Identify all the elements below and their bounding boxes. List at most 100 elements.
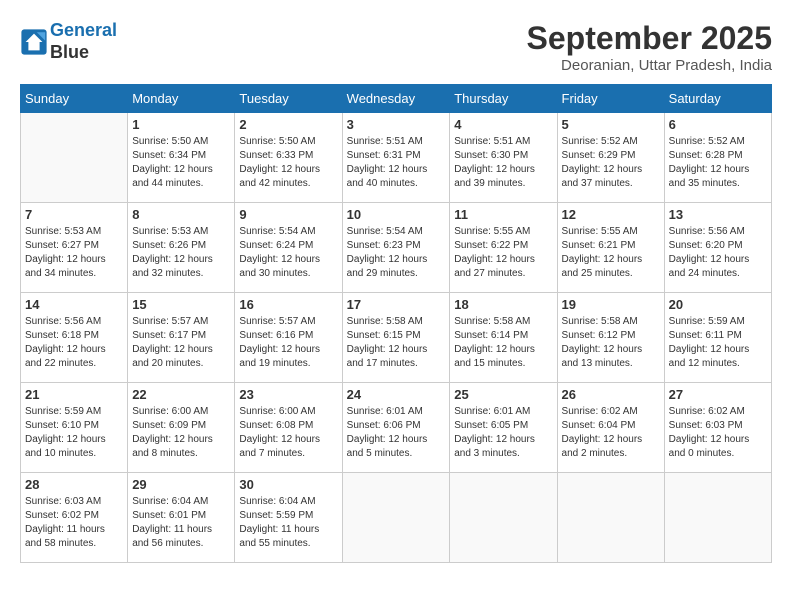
calendar-cell: 25 Sunrise: 6:01 AM Sunset: 6:05 PM Dayli… <box>450 383 557 473</box>
day-number: 24 <box>347 387 446 402</box>
day-info: Sunrise: 5:54 AM Sunset: 6:24 PM Dayligh… <box>239 225 337 281</box>
day-number: 18 <box>454 297 552 312</box>
day-info: Sunrise: 6:04 AM Sunset: 6:01 PM Dayligh… <box>132 495 230 551</box>
weekday-header-wednesday: Wednesday <box>342 85 450 113</box>
day-number: 19 <box>562 297 660 312</box>
day-number: 26 <box>562 387 660 402</box>
day-number: 17 <box>347 297 446 312</box>
weekday-header-row: SundayMondayTuesdayWednesdayThursdayFrid… <box>21 85 772 113</box>
day-number: 25 <box>454 387 552 402</box>
day-info: Sunrise: 5:52 AM Sunset: 6:28 PM Dayligh… <box>669 135 767 191</box>
logo-icon <box>20 28 48 56</box>
calendar-cell: 7 Sunrise: 5:53 AM Sunset: 6:27 PM Daylig… <box>21 203 128 293</box>
calendar-cell <box>450 473 557 563</box>
weekday-header-thursday: Thursday <box>450 85 557 113</box>
day-info: Sunrise: 6:02 AM Sunset: 6:04 PM Dayligh… <box>562 405 660 461</box>
calendar-cell: 15Sunrise: 5:57 AM Sunset: 6:17 PM Dayli… <box>128 293 235 383</box>
day-info: Sunrise: 5:55 AM Sunset: 6:21 PM Dayligh… <box>562 225 660 281</box>
day-info: Sunrise: 5:59 AM Sunset: 6:10 PM Dayligh… <box>25 405 123 461</box>
week-row-2: 7 Sunrise: 5:53 AM Sunset: 6:27 PM Daylig… <box>21 203 772 293</box>
calendar-cell: 12 Sunrise: 5:55 AM Sunset: 6:21 PM Dayli… <box>557 203 664 293</box>
day-number: 3 <box>347 117 446 132</box>
weekday-header-monday: Monday <box>128 85 235 113</box>
calendar-cell: 23 Sunrise: 6:00 AM Sunset: 6:08 PM Dayli… <box>235 383 342 473</box>
weekday-header-sunday: Sunday <box>21 85 128 113</box>
calendar-cell: 18 Sunrise: 5:58 AM Sunset: 6:14 PM Dayli… <box>450 293 557 383</box>
day-number: 29 <box>132 477 230 492</box>
day-number: 12 <box>562 207 660 222</box>
day-info: Sunrise: 5:56 AM Sunset: 6:18 PM Dayligh… <box>25 315 123 371</box>
month-title: September 2025 <box>527 20 772 57</box>
day-number: 10 <box>347 207 446 222</box>
day-info: Sunrise: 6:01 AM Sunset: 6:05 PM Dayligh… <box>454 405 552 461</box>
calendar-cell: 22 Sunrise: 6:00 AM Sunset: 6:09 PM Dayli… <box>128 383 235 473</box>
calendar-cell: 1Sunrise: 5:50 AM Sunset: 6:34 PM Daylig… <box>128 113 235 203</box>
day-info: Sunrise: 5:54 AM Sunset: 6:23 PM Dayligh… <box>347 225 446 281</box>
day-number: 13 <box>669 207 767 222</box>
day-number: 9 <box>239 207 337 222</box>
calendar-cell: 3 Sunrise: 5:51 AM Sunset: 6:31 PM Daylig… <box>342 113 450 203</box>
calendar-cell: 21 Sunrise: 5:59 AM Sunset: 6:10 PM Dayli… <box>21 383 128 473</box>
day-number: 8 <box>132 207 230 222</box>
calendar-cell: 13 Sunrise: 5:56 AM Sunset: 6:20 PM Dayli… <box>664 203 771 293</box>
day-info: Sunrise: 5:50 AM Sunset: 6:34 PM Dayligh… <box>132 135 230 191</box>
day-number: 14 <box>25 297 123 312</box>
day-number: 21 <box>25 387 123 402</box>
calendar-cell: 30Sunrise: 6:04 AM Sunset: 5:59 PM Dayli… <box>235 473 342 563</box>
calendar-cell: 16Sunrise: 5:57 AM Sunset: 6:16 PM Dayli… <box>235 293 342 383</box>
calendar-cell: 27 Sunrise: 6:02 AM Sunset: 6:03 PM Dayli… <box>664 383 771 473</box>
week-row-5: 28 Sunrise: 6:03 AM Sunset: 6:02 PM Dayli… <box>21 473 772 563</box>
day-number: 30 <box>239 477 337 492</box>
calendar-cell: 2 Sunrise: 5:50 AM Sunset: 6:33 PM Daylig… <box>235 113 342 203</box>
day-number: 5 <box>562 117 660 132</box>
day-info: Sunrise: 5:50 AM Sunset: 6:33 PM Dayligh… <box>239 135 337 191</box>
day-number: 4 <box>454 117 552 132</box>
day-info: Sunrise: 5:59 AM Sunset: 6:11 PM Dayligh… <box>669 315 767 371</box>
day-info: Sunrise: 5:58 AM Sunset: 6:15 PM Dayligh… <box>347 315 446 371</box>
weekday-header-saturday: Saturday <box>664 85 771 113</box>
day-number: 2 <box>239 117 337 132</box>
calendar-cell: 14 Sunrise: 5:56 AM Sunset: 6:18 PM Dayli… <box>21 293 128 383</box>
calendar-cell: 8Sunrise: 5:53 AM Sunset: 6:26 PM Daylig… <box>128 203 235 293</box>
calendar-cell: 26 Sunrise: 6:02 AM Sunset: 6:04 PM Dayli… <box>557 383 664 473</box>
day-number: 23 <box>239 387 337 402</box>
calendar-table: SundayMondayTuesdayWednesdayThursdayFrid… <box>20 84 772 563</box>
day-info: Sunrise: 6:02 AM Sunset: 6:03 PM Dayligh… <box>669 405 767 461</box>
day-number: 22 <box>132 387 230 402</box>
logo: General Blue <box>20 20 117 63</box>
day-info: Sunrise: 6:00 AM Sunset: 6:08 PM Dayligh… <box>239 405 337 461</box>
calendar-cell: 6 Sunrise: 5:52 AM Sunset: 6:28 PM Daylig… <box>664 113 771 203</box>
day-info: Sunrise: 6:03 AM Sunset: 6:02 PM Dayligh… <box>25 495 123 551</box>
day-info: Sunrise: 6:01 AM Sunset: 6:06 PM Dayligh… <box>347 405 446 461</box>
day-number: 27 <box>669 387 767 402</box>
day-info: Sunrise: 5:58 AM Sunset: 6:14 PM Dayligh… <box>454 315 552 371</box>
day-info: Sunrise: 6:00 AM Sunset: 6:09 PM Dayligh… <box>132 405 230 461</box>
calendar-cell <box>664 473 771 563</box>
day-info: Sunrise: 5:53 AM Sunset: 6:27 PM Dayligh… <box>25 225 123 281</box>
day-info: Sunrise: 5:57 AM Sunset: 6:16 PM Dayligh… <box>239 315 337 371</box>
calendar-cell: 17 Sunrise: 5:58 AM Sunset: 6:15 PM Dayli… <box>342 293 450 383</box>
day-info: Sunrise: 5:55 AM Sunset: 6:22 PM Dayligh… <box>454 225 552 281</box>
page-header: General Blue September 2025 Deoranian, U… <box>20 20 772 74</box>
day-info: Sunrise: 5:56 AM Sunset: 6:20 PM Dayligh… <box>669 225 767 281</box>
calendar-cell <box>21 113 128 203</box>
weekday-header-tuesday: Tuesday <box>235 85 342 113</box>
day-info: Sunrise: 5:51 AM Sunset: 6:30 PM Dayligh… <box>454 135 552 191</box>
calendar-cell <box>342 473 450 563</box>
calendar-cell <box>557 473 664 563</box>
day-number: 7 <box>25 207 123 222</box>
calendar-cell: 29 Sunrise: 6:04 AM Sunset: 6:01 PM Dayli… <box>128 473 235 563</box>
week-row-4: 21 Sunrise: 5:59 AM Sunset: 6:10 PM Dayli… <box>21 383 772 473</box>
day-number: 6 <box>669 117 767 132</box>
title-block: September 2025 Deoranian, Uttar Pradesh,… <box>527 20 772 74</box>
calendar-cell: 5 Sunrise: 5:52 AM Sunset: 6:29 PM Daylig… <box>557 113 664 203</box>
day-info: Sunrise: 5:52 AM Sunset: 6:29 PM Dayligh… <box>562 135 660 191</box>
calendar-cell: 24 Sunrise: 6:01 AM Sunset: 6:06 PM Dayli… <box>342 383 450 473</box>
day-info: Sunrise: 5:51 AM Sunset: 6:31 PM Dayligh… <box>347 135 446 191</box>
day-info: Sunrise: 5:58 AM Sunset: 6:12 PM Dayligh… <box>562 315 660 371</box>
calendar-cell: 11Sunrise: 5:55 AM Sunset: 6:22 PM Dayli… <box>450 203 557 293</box>
weekday-header-friday: Friday <box>557 85 664 113</box>
day-number: 28 <box>25 477 123 492</box>
logo-line1: General <box>50 20 117 40</box>
week-row-1: 1Sunrise: 5:50 AM Sunset: 6:34 PM Daylig… <box>21 113 772 203</box>
